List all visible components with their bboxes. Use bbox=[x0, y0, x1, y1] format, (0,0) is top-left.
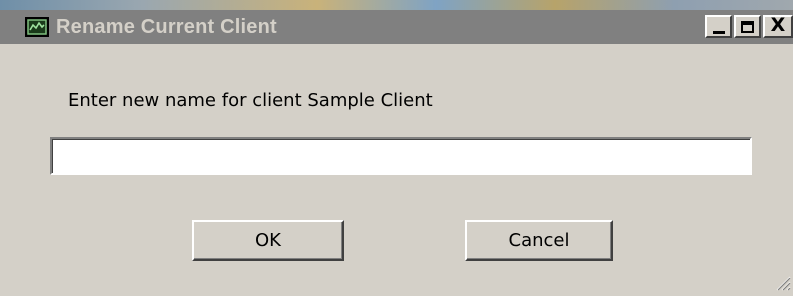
minimize-icon bbox=[712, 30, 725, 34]
close-button[interactable]: X bbox=[763, 15, 793, 38]
client-name-input[interactable] bbox=[50, 137, 752, 175]
rename-prompt: Enter new name for client Sample Client bbox=[68, 90, 433, 111]
monitor-chart-icon[interactable] bbox=[25, 17, 49, 37]
resize-grip-icon[interactable] bbox=[773, 273, 791, 291]
title-bar[interactable]: Rename Current Client X bbox=[0, 10, 793, 44]
minimize-button[interactable] bbox=[705, 15, 732, 38]
ok-button[interactable]: OK bbox=[192, 220, 344, 261]
maximize-button[interactable] bbox=[734, 15, 761, 38]
cancel-button[interactable]: Cancel bbox=[465, 220, 613, 261]
rename-client-dialog: Rename Current Client X Enter new name f… bbox=[0, 10, 793, 293]
close-icon: X bbox=[770, 14, 786, 36]
window-title: Rename Current Client bbox=[56, 16, 277, 38]
maximize-icon bbox=[741, 20, 754, 33]
